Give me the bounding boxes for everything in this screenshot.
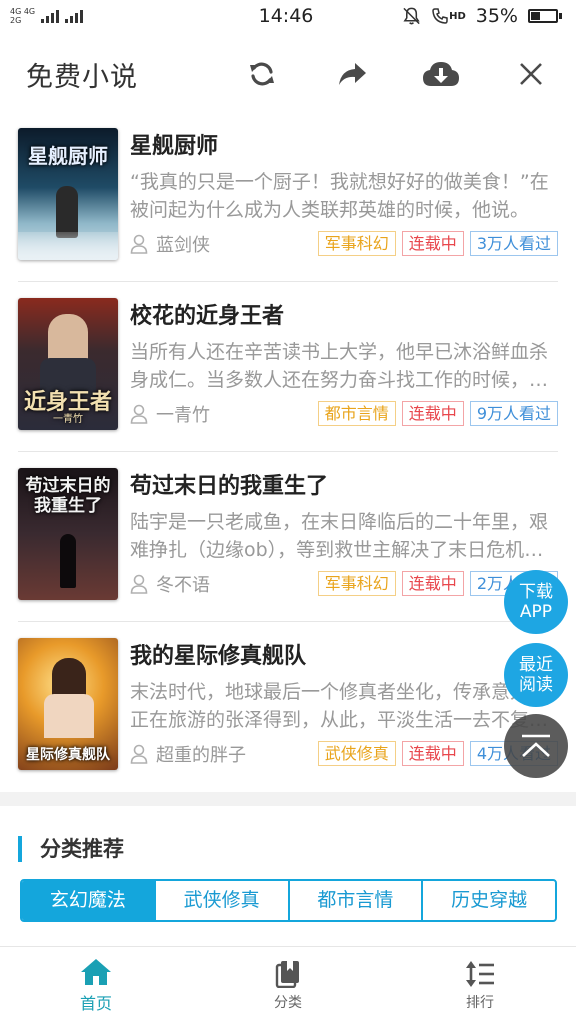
book-description: “我真的只是一个厨子！我就想好好的做美食！”在被问起为什么成为人类联邦英雄的时候…: [130, 171, 549, 221]
download-app-button[interactable]: 下载 APP: [504, 570, 568, 634]
close-icon: [520, 63, 542, 85]
book-icon: [275, 960, 299, 988]
nav-home[interactable]: 首页: [0, 947, 192, 1024]
book-title[interactable]: 星舰厨师: [130, 128, 218, 160]
signal-strength-icon-2: [65, 9, 84, 23]
book-description: 当所有人还在辛苦读书上大学，他早已沐浴鲜血杀身成仁。当多数人还在努力奋斗找工作的…: [130, 341, 549, 391]
tab-dushi[interactable]: 都市言情: [287, 881, 422, 920]
user-icon: [130, 574, 148, 594]
status-indicators: HD 35%: [402, 5, 562, 27]
book-list: 星舰厨师 星舰厨师 “我真的只是一个厨子！我就想好好的做美食！”在被问起为什么成…: [0, 112, 576, 792]
tab-wuxia[interactable]: 武侠修真: [153, 881, 288, 920]
tab-xuanhuan[interactable]: 玄幻魔法: [22, 881, 154, 920]
page-title: 免费小说: [26, 61, 138, 93]
close-button[interactable]: [511, 54, 551, 94]
genre-tag: 都市言情: [317, 401, 396, 426]
bell-muted-icon: [403, 7, 420, 25]
book-item[interactable]: 近身王者 一青竹 校花的近身王者 当所有人还在辛苦读书上大学，他早已沐浴鲜血杀身…: [18, 282, 558, 452]
book-cover[interactable]: 近身王者 一青竹: [18, 298, 118, 430]
book-meta: 超重的胖子 武侠修真 连载中 4万人看过: [130, 741, 558, 767]
book-description: 陆宇是一只老咸鱼，在末日降临后的二十年里，艰难挣扎（边缘ob），等到救世主解决了…: [130, 511, 549, 561]
battery-percent: 35%: [475, 5, 518, 27]
book-meta: 蓝剑侠 军事科幻 连载中 3万人看过: [130, 231, 558, 257]
nav-ranking-label: 排行: [466, 994, 494, 1011]
category-tabs: 玄幻魔法 武侠修真 都市言情 历史穿越: [20, 879, 557, 922]
nav-home-label: 首页: [79, 993, 112, 1013]
author-name: 一青竹: [156, 405, 210, 426]
user-icon: [130, 404, 148, 424]
cover-title: 苟过末日的我重生了: [25, 476, 111, 516]
book-title[interactable]: 苟过末日的我重生了: [130, 468, 328, 500]
cover-title: 星际修真舰队: [26, 747, 110, 763]
book-meta: 一青竹 都市言情 连载中 9万人看过: [130, 401, 558, 427]
cloud-download-icon: [423, 62, 459, 86]
genre-tag: 军事科幻: [317, 571, 396, 596]
app-header: 免费小说: [0, 36, 576, 112]
author-name: 冬不语: [156, 575, 210, 596]
network-type-bottom: 2G: [10, 16, 22, 25]
book-cover[interactable]: 星舰厨师: [18, 128, 118, 260]
nav-category-label: 分类: [274, 994, 302, 1011]
author: 超重的胖子: [130, 741, 246, 767]
share-button[interactable]: [332, 54, 372, 94]
author: 蓝剑侠: [130, 231, 210, 257]
home-icon: [81, 958, 111, 985]
recent-reading-line2: 阅读: [519, 675, 553, 695]
status-time: 14:46: [258, 5, 314, 27]
book-cover[interactable]: 星际修真舰队: [18, 638, 118, 770]
readers-tag: 9万人看过: [469, 401, 558, 426]
section-heading: 分类推荐: [18, 836, 124, 862]
hd-label: HD: [449, 10, 466, 22]
book-tags: 都市言情 连载中 9万人看过: [317, 401, 558, 426]
author-name: 超重的胖子: [156, 745, 246, 766]
recent-reading-line1: 最近: [519, 655, 553, 675]
author: 冬不语: [130, 571, 210, 597]
refresh-icon: [250, 62, 274, 86]
bottom-nav: 首页 分类 排行: [0, 946, 576, 1024]
status-bar: 4G 4G 2G 14:46 HD 35%: [0, 0, 576, 32]
author-name: 蓝剑侠: [156, 235, 210, 256]
user-icon: [130, 744, 148, 764]
download-app-line1: 下载: [519, 582, 553, 602]
battery-icon: [527, 9, 562, 23]
readers-tag: 3万人看过: [469, 231, 558, 256]
signal-area: 4G 4G 2G: [10, 7, 170, 25]
status-tag: 连载中: [401, 741, 464, 766]
network-labels: 4G 4G 2G: [10, 7, 35, 25]
book-item[interactable]: 苟过末日的我重生了 苟过末日的我重生了 陆宇是一只老咸鱼，在末日降临后的二十年里…: [18, 452, 558, 622]
nav-ranking[interactable]: 排行: [384, 947, 576, 1024]
signal-strength-icon: [41, 9, 60, 23]
book-title[interactable]: 我的星际修真舰队: [130, 638, 306, 670]
nav-category[interactable]: 分类: [192, 947, 384, 1024]
book-tags: 军事科幻 连载中 3万人看过: [317, 231, 558, 256]
cover-title: 星舰厨师: [28, 144, 108, 168]
genre-tag: 军事科幻: [317, 231, 396, 256]
sort-icon: [466, 960, 494, 987]
section-divider: [0, 792, 576, 806]
share-icon: [339, 63, 366, 85]
recent-reading-button[interactable]: 最近 阅读: [504, 643, 568, 707]
book-cover[interactable]: 苟过末日的我重生了: [18, 468, 118, 600]
refresh-button[interactable]: [242, 54, 282, 94]
status-tag: 连载中: [401, 231, 464, 256]
author: 一青竹: [130, 401, 210, 427]
status-tag: 连载中: [401, 571, 464, 596]
download-button[interactable]: [421, 54, 461, 94]
cover-author: 一青竹: [53, 414, 83, 425]
status-tag: 连载中: [401, 401, 464, 426]
book-description: 末法时代，地球最后一个修真者坐化，传承意外被正在旅游的张泽得到，从此，平淡生活一…: [130, 681, 549, 731]
book-item[interactable]: 星际修真舰队 我的星际修真舰队 末法时代，地球最后一个修真者坐化，传承意外被正在…: [18, 622, 558, 792]
back-to-top-button[interactable]: [504, 714, 568, 778]
network-type-top: 4G 4G: [10, 7, 36, 16]
tab-lishi[interactable]: 历史穿越: [421, 881, 555, 920]
download-app-line2: APP: [519, 602, 553, 622]
book-meta: 冬不语 军事科幻 连载中 2万人看过: [130, 571, 558, 597]
arrow-up-icon: [522, 734, 550, 757]
book-item[interactable]: 星舰厨师 星舰厨师 “我真的只是一个厨子！我就想好好的做美食！”在被问起为什么成…: [18, 112, 558, 282]
book-title[interactable]: 校花的近身王者: [130, 298, 284, 330]
category-section: 分类推荐 玄幻魔法 武侠修真 都市言情 历史穿越: [0, 806, 576, 946]
hd-call-icon: HD: [431, 7, 466, 25]
user-icon: [130, 234, 148, 254]
genre-tag: 武侠修真: [317, 741, 396, 766]
